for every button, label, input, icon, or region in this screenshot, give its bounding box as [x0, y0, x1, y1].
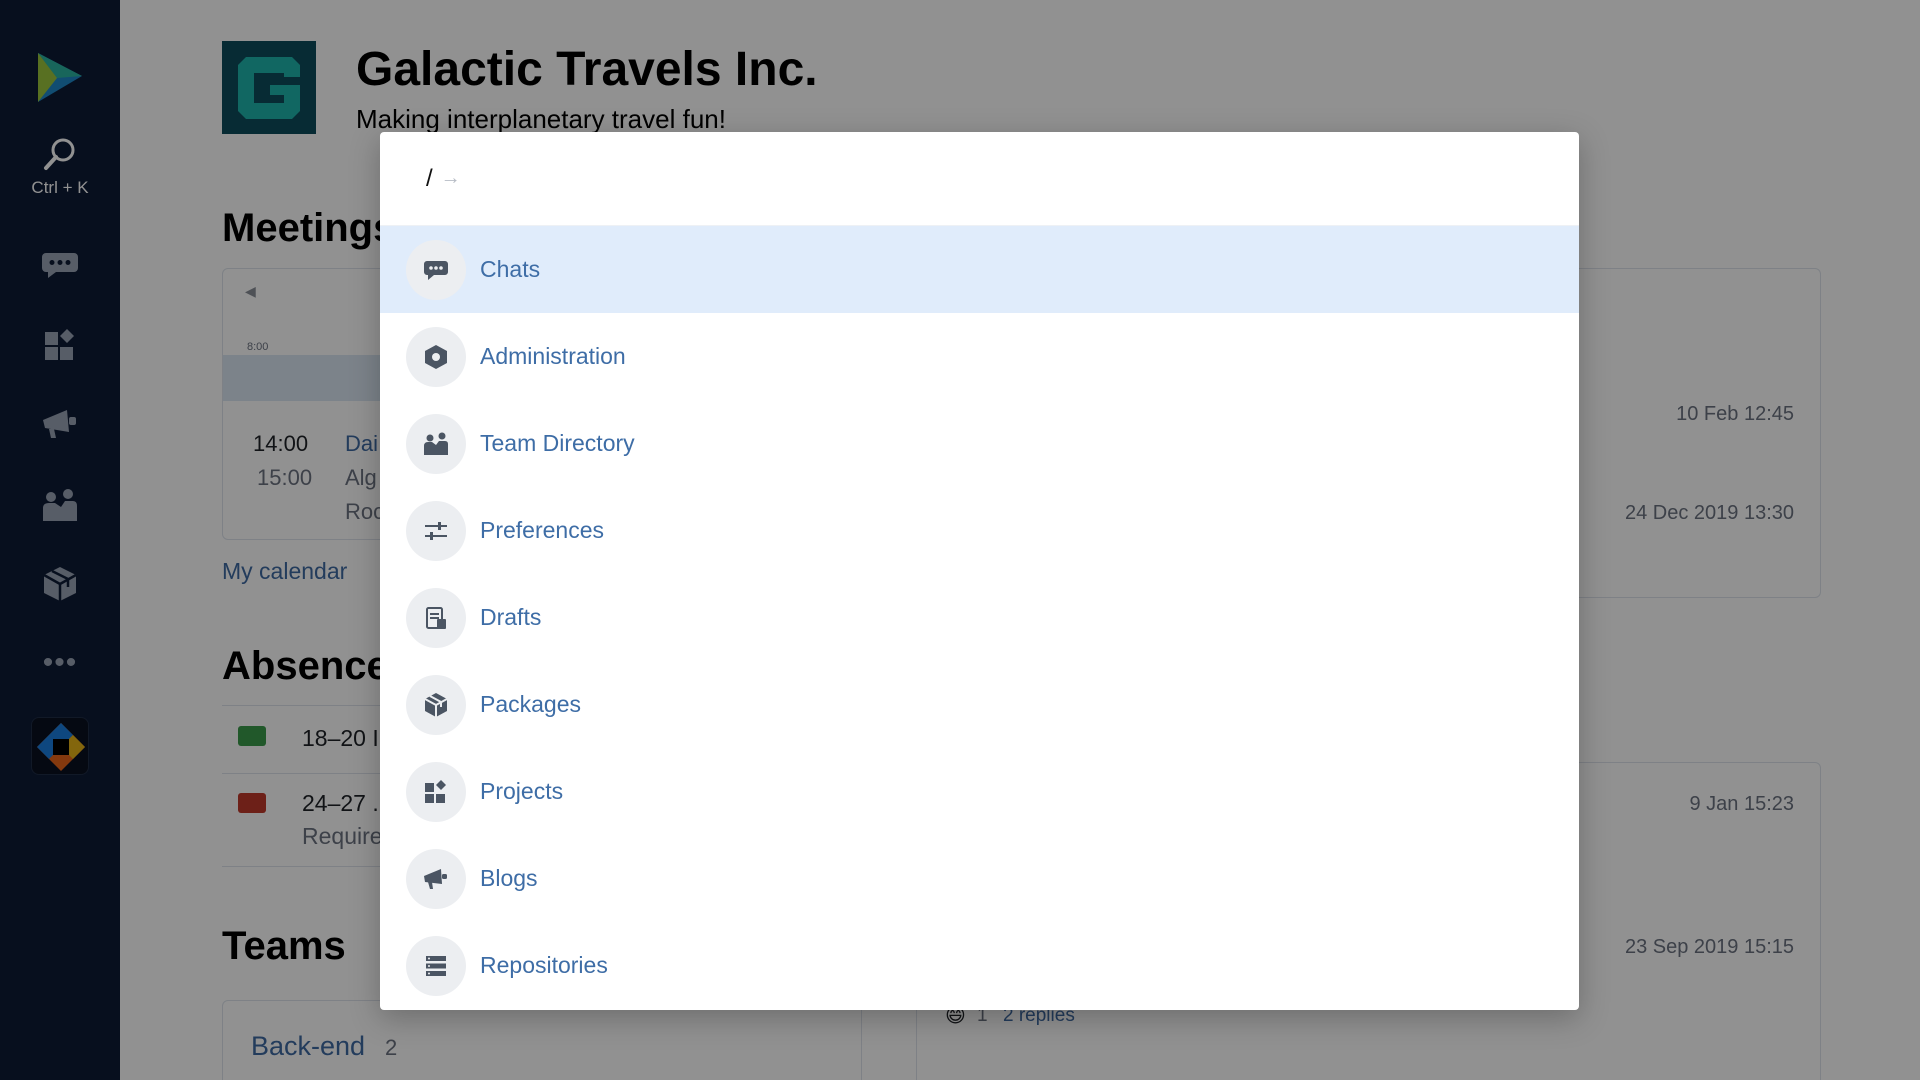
palette-item-label: Drafts — [480, 604, 542, 630]
arrow-right-icon: → — [440, 167, 461, 189]
palette-item-blogs[interactable]: Blogs — [380, 835, 1579, 922]
blogs-icon — [406, 848, 466, 909]
palette-item-label: Chats — [480, 256, 541, 282]
command-palette-input[interactable]: / → — [380, 132, 1579, 226]
command-palette-list: Chats Administration Team Directory Pref… — [380, 226, 1579, 1009]
palette-item-label: Preferences — [480, 517, 605, 543]
palette-item-team-directory[interactable]: Team Directory — [380, 400, 1579, 487]
palette-item-chats[interactable]: Chats — [380, 226, 1579, 313]
repositories-icon — [406, 935, 466, 996]
palette-item-label: Repositories — [480, 952, 608, 978]
palette-item-label: Packages — [480, 691, 582, 717]
command-prefix: / — [426, 164, 433, 192]
projects-icon — [406, 761, 466, 822]
command-palette: / → Chats Administration Team Directory — [380, 132, 1579, 1010]
palette-item-label: Blogs — [480, 865, 538, 891]
palette-item-drafts[interactable]: Drafts — [380, 574, 1579, 661]
packages-icon — [406, 674, 466, 735]
palette-item-preferences[interactable]: Preferences — [380, 487, 1579, 574]
hexagon-icon — [406, 326, 466, 387]
chat-icon — [406, 239, 466, 300]
palette-item-projects[interactable]: Projects — [380, 748, 1579, 835]
palette-item-label: Projects — [480, 778, 564, 804]
palette-item-label: Administration — [480, 343, 626, 369]
drafts-icon — [406, 587, 466, 648]
palette-item-repositories[interactable]: Repositories — [380, 922, 1579, 1009]
palette-item-packages[interactable]: Packages — [380, 661, 1579, 748]
team-directory-icon — [406, 413, 466, 474]
sliders-icon — [406, 500, 466, 561]
palette-item-label: Team Directory — [480, 430, 635, 456]
palette-item-administration[interactable]: Administration — [380, 313, 1579, 400]
